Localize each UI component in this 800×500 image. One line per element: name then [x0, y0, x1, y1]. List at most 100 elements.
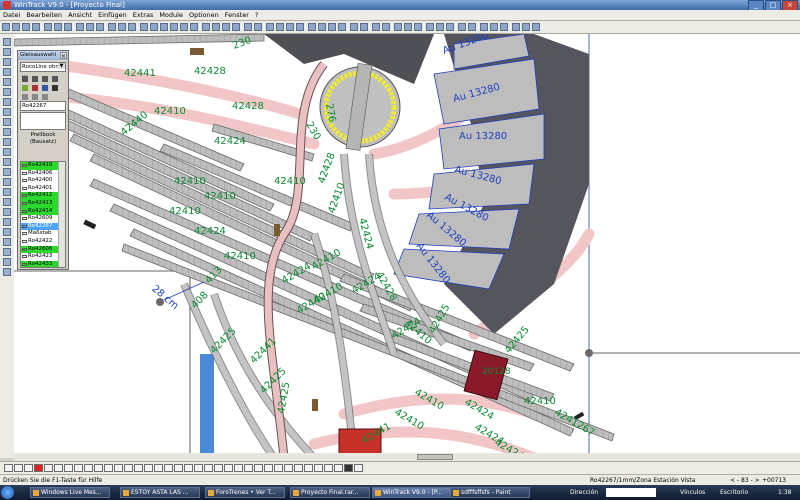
tool-button[interactable] [3, 208, 11, 216]
toolbar-button[interactable] [372, 23, 380, 31]
tool-button[interactable] [3, 88, 11, 96]
taskbar-task[interactable]: Proyecto Final.rar... [290, 487, 370, 498]
layer-button[interactable] [34, 464, 43, 472]
toolbar-button[interactable] [108, 23, 116, 31]
gear-icon[interactable] [22, 94, 28, 100]
layer-button[interactable] [224, 464, 233, 472]
tool-button[interactable] [3, 218, 11, 226]
tool-button[interactable] [3, 188, 11, 196]
toolbar-button[interactable] [180, 23, 188, 31]
toolbar-button[interactable] [446, 23, 454, 31]
layer-button[interactable] [354, 464, 363, 472]
taskbar-task[interactable]: ESTOY ASTA LAS ... [120, 487, 200, 498]
layer-button[interactable] [204, 464, 213, 472]
layer-button[interactable] [334, 464, 343, 472]
layer-button[interactable] [324, 464, 333, 472]
toolbar-button[interactable] [160, 23, 168, 31]
toolbar-button[interactable] [54, 23, 62, 31]
tool-button[interactable] [3, 238, 11, 246]
toolbar-button[interactable] [468, 23, 476, 31]
article-number-field[interactable]: Ro42267 [20, 101, 66, 111]
tool-button[interactable] [3, 58, 11, 66]
menu-module[interactable]: Module [156, 10, 186, 20]
menu-help[interactable]: ? [252, 10, 261, 20]
links-label[interactable]: Vínculos [680, 485, 705, 500]
tool-button[interactable] [3, 38, 11, 46]
toolbar-button[interactable] [296, 23, 304, 31]
toolbar-button[interactable] [426, 23, 434, 31]
toolbar-button[interactable] [360, 23, 368, 31]
toolbar-button[interactable] [350, 23, 358, 31]
tool-button[interactable] [3, 148, 11, 156]
layer-button[interactable] [284, 464, 293, 472]
track-plan[interactable]: 28 cm 20128 Au 13280 Au 13280 Au 13280 A… [14, 34, 800, 458]
layer-button[interactable] [94, 464, 103, 472]
menu-fenster[interactable]: Fenster [222, 10, 252, 20]
tool-button[interactable] [3, 258, 11, 266]
tool-button[interactable] [3, 128, 11, 136]
layer-button[interactable] [114, 464, 123, 472]
toolbar-button[interactable] [150, 23, 158, 31]
layer-button[interactable] [44, 464, 53, 472]
toolbar-button[interactable] [414, 23, 422, 31]
toolbar-button[interactable] [308, 23, 316, 31]
address-field[interactable] [606, 488, 656, 497]
toolbar-button[interactable] [12, 23, 20, 31]
toolbar-button[interactable] [382, 23, 390, 31]
chevron-down-icon[interactable]: ▼ [58, 63, 65, 69]
toolbar-button[interactable] [254, 23, 262, 31]
toolbar-button[interactable] [318, 23, 326, 31]
tool-button[interactable] [3, 158, 11, 166]
toolbar-button[interactable] [118, 23, 126, 31]
toolbar-button[interactable] [394, 23, 402, 31]
layer-button[interactable] [4, 464, 13, 472]
tool-button[interactable] [3, 138, 11, 146]
layer-button[interactable] [64, 464, 73, 472]
layer-button[interactable] [74, 464, 83, 472]
desktop-label[interactable]: Escritorio [720, 485, 748, 500]
tool-button[interactable] [3, 78, 11, 86]
toolbar-button[interactable] [500, 23, 508, 31]
layer-button[interactable] [154, 464, 163, 472]
layer-button[interactable] [274, 464, 283, 472]
drawing-canvas[interactable]: 28 cm 20128 Au 13280 Au 13280 Au 13280 A… [14, 34, 800, 458]
layer-button[interactable] [164, 464, 173, 472]
menu-extras[interactable]: Extras [130, 10, 157, 20]
toolbar-button[interactable] [276, 23, 284, 31]
menu-datei[interactable]: Datei [0, 10, 23, 20]
track-list[interactable]: Ro42410 Ro42406 Ro42400 Ro42401 Ro42412 Ro424… [20, 161, 66, 268]
tunnel-icon[interactable] [42, 94, 48, 100]
menu-einfuegen[interactable]: Einfügen [95, 10, 130, 20]
layer-button[interactable] [304, 464, 313, 472]
start-button[interactable] [1, 486, 14, 499]
curve-icon[interactable] [32, 76, 38, 82]
toolbar-button[interactable] [522, 23, 530, 31]
toolbar-button[interactable] [480, 23, 488, 31]
tool-button[interactable] [3, 198, 11, 206]
switch-icon[interactable] [42, 76, 48, 82]
taskbar-task[interactable]: ForoTrenes • Ver T... [205, 487, 285, 498]
toolbar-button[interactable] [170, 23, 178, 31]
menu-bearbeiten[interactable]: Bearbeiten [23, 10, 65, 20]
building-icon[interactable] [32, 85, 38, 91]
layer-button[interactable] [14, 464, 23, 472]
track-system-select[interactable]: RocoLine ohne ... ▼ [20, 62, 66, 78]
layer-button[interactable] [264, 464, 273, 472]
toolbar-button[interactable] [532, 23, 540, 31]
tool-button[interactable] [3, 118, 11, 126]
layer-button[interactable] [194, 464, 203, 472]
tool-button[interactable] [3, 98, 11, 106]
crossing-icon[interactable] [52, 76, 58, 82]
toolbar-button[interactable] [244, 23, 252, 31]
tool-button[interactable] [3, 228, 11, 236]
toolbar-button[interactable] [2, 23, 10, 31]
layer-button[interactable] [134, 464, 143, 472]
tool-button[interactable] [3, 268, 11, 276]
toolbar-button[interactable] [222, 23, 230, 31]
toolbar-button[interactable] [338, 23, 346, 31]
toolbar-button[interactable] [190, 23, 198, 31]
toolbar-button[interactable] [212, 23, 220, 31]
layer-button[interactable] [254, 464, 263, 472]
toolbar-button[interactable] [86, 23, 94, 31]
toolbar-button[interactable] [76, 23, 84, 31]
